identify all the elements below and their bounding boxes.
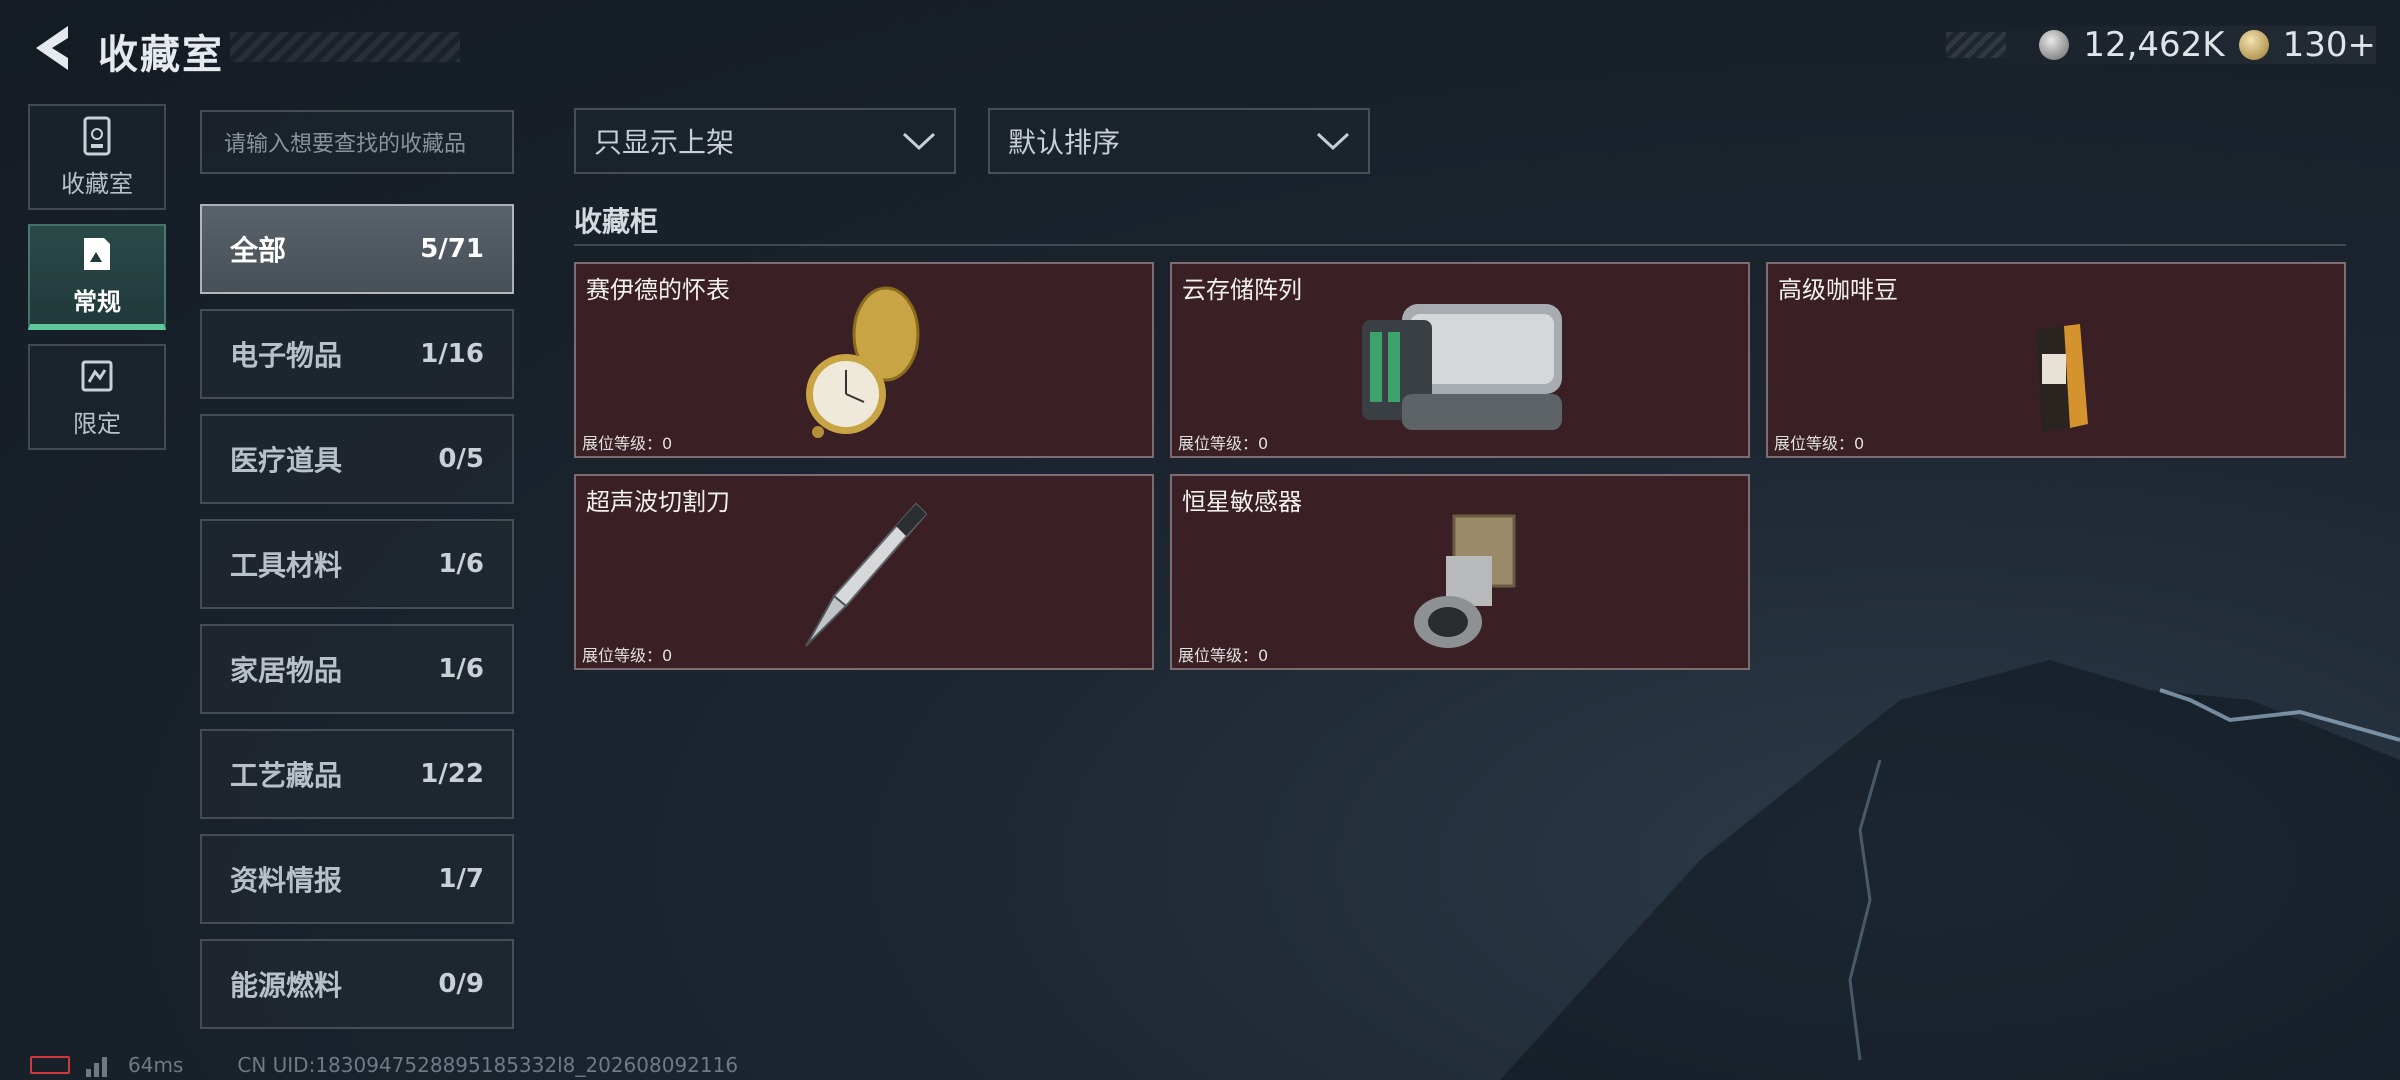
coffee-bag-icon: [2036, 324, 2088, 432]
item-card-ultrasonic-knife[interactable]: 超声波切割刀 展位等级：0: [574, 474, 1154, 670]
back-arrow-icon[interactable]: [28, 20, 76, 76]
item-card-star-sensor[interactable]: 恒星敏感器 展位等级：0: [1170, 474, 1750, 670]
item-name: 高级咖啡豆: [1778, 276, 1898, 304]
category-count: 1/22: [420, 759, 484, 789]
category-item-intel[interactable]: 资料情报 1/7: [200, 834, 514, 924]
section-divider: [574, 244, 2346, 246]
category-name: 工艺藏品: [230, 759, 343, 792]
currency-secondary-value[interactable]: 130+: [2283, 25, 2376, 65]
chevron-down-icon: [1316, 132, 1350, 151]
battery-icon: [30, 1056, 70, 1074]
category-item-tools[interactable]: 工具材料 1/6: [200, 519, 514, 609]
item-level: 展位等级：0: [1774, 434, 1865, 453]
limited-icon: [81, 360, 113, 391]
category-name: 能源燃料: [230, 969, 343, 1002]
item-level: 展位等级：0: [1178, 434, 1269, 453]
uid-text: CN UID:1830947528895185332l8_20260809211…: [237, 1053, 739, 1077]
category-count: 5/71: [420, 234, 484, 264]
category-name: 工具材料: [230, 549, 343, 582]
display-filter-dropdown[interactable]: 只显示上架: [574, 108, 956, 174]
category-count: 0/5: [438, 444, 484, 474]
category-count: 1/6: [438, 654, 484, 684]
title-decoration: [230, 32, 460, 62]
category-item-all[interactable]: 全部 5/71: [200, 204, 514, 294]
mode-tab-collection-room[interactable]: 收藏室: [28, 104, 166, 210]
status-footer: 64ms CN UID:1830947528895185332l8_202608…: [30, 1050, 738, 1080]
item-card-coffee-beans[interactable]: 高级咖啡豆 展位等级：0: [1766, 262, 2346, 458]
mode-label: 收藏室: [61, 169, 133, 198]
mode-tab-regular[interactable]: 常规: [28, 224, 166, 330]
mode-nav: 收藏室 常规 限定: [28, 104, 166, 464]
currency-primary-value: 12,462K: [2083, 25, 2225, 65]
chevron-down-icon: [902, 132, 936, 151]
pocket-watch-icon: [806, 286, 920, 438]
ping-value: 64ms: [128, 1053, 184, 1077]
mode-label: 常规: [73, 287, 121, 316]
storage-array-icon: [1362, 304, 1562, 430]
item-level: 展位等级：0: [1178, 646, 1269, 665]
category-item-energy[interactable]: 能源燃料 0/9: [200, 939, 514, 1029]
item-level: 展位等级：0: [582, 434, 673, 453]
item-name: 云存储阵列: [1182, 276, 1302, 304]
page-title: 收藏室: [98, 32, 224, 78]
category-item-electronics[interactable]: 电子物品 1/16: [200, 309, 514, 399]
silver-coin-icon: [2039, 30, 2070, 60]
category-item-medical[interactable]: 医疗道具 0/5: [200, 414, 514, 504]
category-count: 1/7: [438, 864, 484, 894]
ultrasonic-knife-icon: [805, 502, 928, 647]
currency-bar: 12,462K 130+: [1946, 25, 2376, 65]
signal-strength-icon: [86, 1057, 107, 1077]
item-card-storage-array[interactable]: 云存储阵列 展位等级：0: [1170, 262, 1750, 458]
star-sensor-icon: [1414, 514, 1516, 648]
category-name: 资料情报: [230, 864, 343, 897]
category-item-crafts[interactable]: 工艺藏品 1/22: [200, 729, 514, 819]
item-card-pocket-watch[interactable]: 赛伊德的怀表 展位等级：0: [574, 262, 1154, 458]
category-name: 家居物品: [230, 654, 343, 687]
regular-icon: [84, 237, 110, 270]
category-count: 1/16: [420, 339, 484, 369]
item-name: 超声波切割刀: [586, 488, 730, 516]
mode-label: 限定: [73, 409, 121, 438]
category-count: 1/6: [438, 549, 484, 579]
category-item-household[interactable]: 家居物品 1/6: [200, 624, 514, 714]
sort-dropdown[interactable]: 默认排序: [988, 108, 1370, 174]
item-name: 恒星敏感器: [1182, 488, 1302, 516]
display-filter-value: 只显示上架: [594, 126, 735, 159]
category-name: 电子物品: [230, 339, 343, 372]
search-input[interactable]: 请输入想要查找的收藏品: [200, 110, 514, 174]
category-name: 医疗道具: [230, 444, 343, 477]
gold-coin-icon: [2238, 30, 2269, 60]
currency-decoration: [1946, 32, 2006, 58]
item-level: 展位等级：0: [582, 646, 673, 665]
category-count: 0/9: [438, 969, 484, 999]
item-name: 赛伊德的怀表: [586, 276, 730, 304]
collection-room-icon: [83, 116, 111, 155]
category-name: 全部: [230, 234, 287, 267]
section-title: 收藏柜: [574, 205, 659, 238]
category-list: 全部 5/71 电子物品 1/16 医疗道具 0/5 工具材料 1/6 家居物品…: [200, 204, 514, 1044]
sort-value: 默认排序: [1008, 126, 1121, 159]
mode-tab-limited[interactable]: 限定: [28, 344, 166, 450]
